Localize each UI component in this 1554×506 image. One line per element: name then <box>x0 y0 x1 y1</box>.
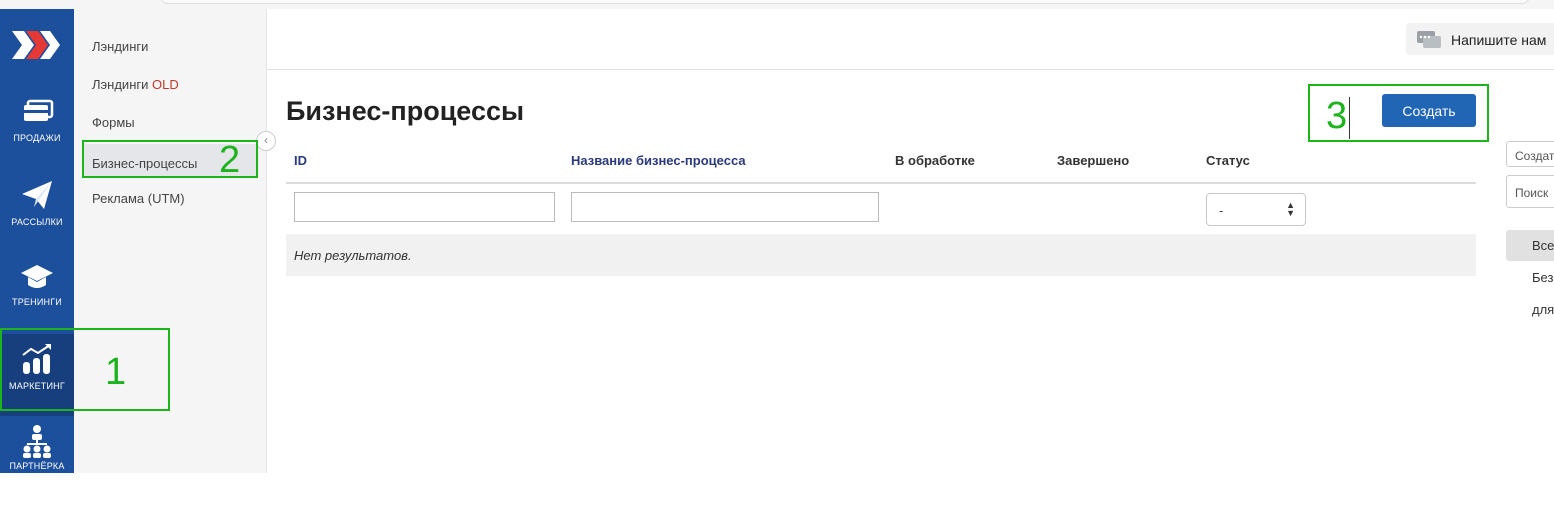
graduation-cap-icon <box>21 265 53 288</box>
submenu-item-landings-old[interactable]: Лэндинги OLD <box>92 77 179 92</box>
right-panel-input-text: Создат <box>1515 149 1554 163</box>
submenu-item-landings[interactable]: Лэндинги <box>92 39 148 54</box>
sidebar-item-label: РАССЫЛКИ <box>11 217 63 227</box>
annotation-number-1: 1 <box>105 351 127 393</box>
submenu-item-utm[interactable]: Реклама (UTM) <box>92 191 185 206</box>
table-header-divider <box>286 182 1476 184</box>
sidebar-item-mailings[interactable]: РАССЫЛКИ <box>0 179 74 261</box>
chevron-left-icon: ‹ <box>264 133 268 147</box>
column-header-in-progress: В обработке <box>895 153 975 168</box>
column-header-id[interactable]: ID <box>294 153 307 168</box>
chat-label: Напишите нам <box>1451 32 1547 48</box>
id-filter-input[interactable] <box>294 192 555 222</box>
right-panel-text-1[interactable]: Без <box>1532 270 1553 285</box>
right-panel-create-input[interactable]: Создат <box>1506 141 1554 167</box>
sidebar-item-sales[interactable]: ПРОДАЖИ <box>0 97 74 179</box>
right-panel-search-input[interactable]: Поиск <box>1506 175 1554 208</box>
select-arrows-icon: ▲ ▼ <box>1286 200 1295 218</box>
annotation-number-3: 3 <box>1326 95 1348 137</box>
column-header-name[interactable]: Название бизнес-процесса <box>571 153 746 168</box>
sidebar-item-label: ТРЕНИНГИ <box>12 297 62 307</box>
right-panel-button-label: Все <box>1532 238 1554 253</box>
address-bar-edge <box>160 0 1530 4</box>
right-panel-input-text: Поиск <box>1515 186 1549 200</box>
right-panel-all-button[interactable]: Все <box>1506 230 1554 261</box>
submenu-item-label: Лэндинги <box>92 77 149 92</box>
submenu-item-forms[interactable]: Формы <box>92 115 135 130</box>
top-header: Напишите нам <box>267 9 1554 70</box>
submenu-item-label: Формы <box>92 115 135 130</box>
status-filter-select[interactable]: - ▲ ▼ <box>1206 193 1306 226</box>
annotation-number-2: 2 <box>219 139 241 181</box>
browser-top-strip <box>0 0 1554 9</box>
chat-widget[interactable]: Напишите нам <box>1406 23 1554 55</box>
sidebar-item-label: ПРОДАЖИ <box>13 133 61 143</box>
empty-results-row: Нет результатов. <box>286 234 1476 276</box>
column-header-status: Статус <box>1206 153 1250 168</box>
right-panel-text-2[interactable]: для <box>1532 302 1554 317</box>
sidebar-item-label: ПАРТНЁРКА <box>9 461 65 471</box>
partners-icon <box>23 425 51 458</box>
submenu-item-label: Лэндинги <box>92 39 149 54</box>
name-filter-input[interactable] <box>571 192 879 222</box>
status-filter-value: - <box>1219 203 1224 218</box>
column-header-completed: Завершено <box>1057 153 1130 168</box>
sales-icon <box>24 99 54 121</box>
logo-icon[interactable] <box>12 31 62 59</box>
paper-plane-icon <box>22 181 52 209</box>
old-tag: OLD <box>152 77 179 92</box>
submenu-item-label: Реклама (UTM) <box>92 191 185 206</box>
collapse-submenu-button[interactable]: ‹ <box>256 131 276 151</box>
empty-results-text: Нет результатов. <box>294 248 412 263</box>
annotation-box-1 <box>0 328 170 411</box>
page-title: Бизнес-процессы <box>286 96 525 126</box>
sidebar-item-partners[interactable]: ПАРТНЁРКА <box>0 424 74 506</box>
chat-icon <box>1417 31 1441 48</box>
